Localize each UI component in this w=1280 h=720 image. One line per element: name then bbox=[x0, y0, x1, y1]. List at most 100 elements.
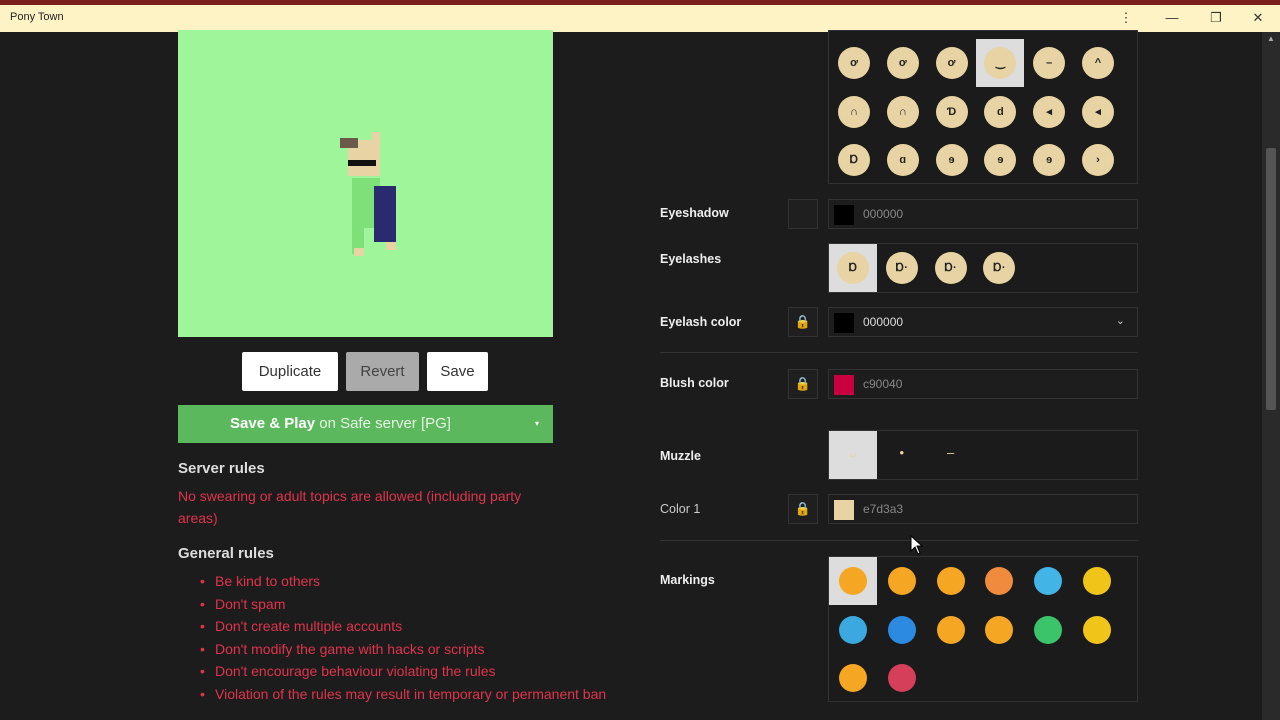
eye-option[interactable]: d bbox=[976, 88, 1024, 136]
save-and-play-button[interactable]: Save & Play on Safe server [PG] ▾ bbox=[178, 405, 553, 443]
eyelash-color-field[interactable]: 000000 ⌄ bbox=[828, 307, 1138, 337]
eyelash-option[interactable]: Ɒ· bbox=[927, 244, 975, 292]
marking-option[interactable] bbox=[829, 606, 877, 654]
eye-option[interactable]: ơ bbox=[928, 39, 976, 87]
color1-hex: e7d3a3 bbox=[863, 502, 904, 516]
close-icon[interactable]: ✕ bbox=[1238, 7, 1278, 29]
eye-shape-icon: d bbox=[984, 95, 1017, 128]
eye-option[interactable]: ^ bbox=[1074, 39, 1122, 87]
muzzle-option[interactable]: ᴗ bbox=[829, 431, 877, 479]
blush-color-field[interactable]: c90040 bbox=[828, 369, 1138, 399]
eye-option[interactable]: ɑ bbox=[879, 136, 927, 184]
lock-icon[interactable]: 🔒 bbox=[788, 307, 818, 337]
marking-swatch-icon bbox=[936, 567, 965, 595]
eye-option[interactable]: ɘ bbox=[976, 136, 1024, 184]
scrollbar-thumb[interactable] bbox=[1266, 148, 1276, 410]
marking-option[interactable] bbox=[829, 654, 877, 702]
marking-option[interactable] bbox=[1024, 606, 1072, 654]
marking-option[interactable] bbox=[1024, 557, 1072, 605]
eyeshadow-toggle[interactable] bbox=[788, 199, 818, 229]
eye-option[interactable]: ∩ bbox=[830, 88, 878, 136]
chevron-down-icon[interactable]: ⌄ bbox=[1116, 314, 1125, 327]
marking-option[interactable] bbox=[975, 606, 1023, 654]
mouse-cursor-icon bbox=[910, 535, 924, 555]
eyeshadow-label: Eyeshadow bbox=[660, 206, 729, 220]
list-item: Be kind to others bbox=[200, 570, 606, 593]
revert-button[interactable]: Revert bbox=[346, 352, 419, 391]
list-item: Don't modify the game with hacks or scri… bbox=[200, 638, 606, 661]
eye-option[interactable]: ◂ bbox=[1074, 88, 1122, 136]
eyelash-color-swatch bbox=[834, 313, 854, 333]
lock-icon[interactable]: 🔒 bbox=[788, 369, 818, 399]
eye-option[interactable]: ơ bbox=[879, 39, 927, 87]
muzzle-option[interactable]: • bbox=[878, 431, 926, 479]
eyelash-option[interactable]: Ɒ· bbox=[975, 244, 1023, 292]
eye-option[interactable]: Ɒ bbox=[830, 136, 878, 184]
eyeshadow-hex: 000000 bbox=[863, 207, 904, 221]
list-item: Violation of the rules may result in tem… bbox=[200, 683, 606, 706]
server-rules-heading: Server rules bbox=[178, 460, 265, 477]
marking-option[interactable] bbox=[927, 557, 975, 605]
eyelash-option[interactable]: Ɒ bbox=[829, 244, 877, 292]
eye-shape-icon: Ɒ bbox=[837, 252, 869, 284]
eye-option[interactable]: › bbox=[1074, 136, 1122, 184]
markings-grid bbox=[828, 556, 1138, 702]
server-dropdown-icon[interactable]: ▾ bbox=[535, 405, 539, 443]
eye-shape-icon: ∩ bbox=[838, 95, 870, 128]
eyelash-color-label: Eyelash color bbox=[660, 315, 742, 329]
eye-option[interactable]: ∩ bbox=[879, 88, 927, 136]
eye-option[interactable]: ‿ bbox=[976, 39, 1025, 87]
eyelash-color-hex: 000000 bbox=[863, 315, 904, 329]
marking-swatch-icon bbox=[839, 567, 867, 595]
marking-swatch-icon bbox=[985, 567, 1014, 595]
eye-shape-icon: Ɒ· bbox=[934, 252, 967, 284]
divider bbox=[660, 352, 1138, 353]
eyeshadow-color-field[interactable]: 000000 bbox=[828, 199, 1138, 229]
eye-shape-icon: Ɒ· bbox=[885, 252, 918, 284]
marking-swatch-icon bbox=[887, 615, 916, 644]
minimize-icon[interactable]: — bbox=[1152, 7, 1192, 29]
window-title: Pony Town bbox=[10, 11, 64, 23]
duplicate-button[interactable]: Duplicate bbox=[242, 352, 338, 391]
general-rules-list: Be kind to others Don't spam Don't creat… bbox=[200, 570, 606, 705]
eye-option[interactable]: Ɗ bbox=[928, 88, 976, 136]
list-item: Don't create multiple accounts bbox=[200, 615, 606, 638]
eye-shape-icon: ɑ bbox=[886, 144, 919, 176]
blush-color-label: Blush color bbox=[660, 376, 729, 390]
marking-option[interactable] bbox=[927, 606, 975, 654]
muzzle-option[interactable]: – bbox=[927, 431, 975, 479]
eye-shape-icon: Ɗ bbox=[935, 95, 968, 128]
marking-option[interactable] bbox=[975, 557, 1023, 605]
eye-shape-icon: ◂ bbox=[1082, 95, 1114, 128]
eye-option[interactable]: ơ bbox=[830, 39, 878, 87]
marking-swatch-icon bbox=[887, 567, 916, 595]
marking-swatch-icon bbox=[1083, 615, 1111, 644]
marking-option[interactable] bbox=[878, 654, 926, 702]
marking-swatch-icon bbox=[887, 664, 916, 692]
eye-shape-icon: – bbox=[1033, 47, 1066, 79]
eye-option[interactable]: ◂ bbox=[1025, 88, 1073, 136]
divider bbox=[660, 540, 1138, 541]
eye-option[interactable]: ɘ bbox=[1025, 136, 1073, 184]
marking-option[interactable] bbox=[1073, 606, 1121, 654]
lock-icon[interactable]: 🔒 bbox=[788, 494, 818, 524]
muzzle-shape-icon: – bbox=[946, 445, 955, 460]
blush-color-hex: c90040 bbox=[863, 377, 903, 391]
eye-option[interactable]: – bbox=[1025, 39, 1073, 87]
color1-field[interactable]: e7d3a3 bbox=[828, 494, 1138, 524]
marking-option[interactable] bbox=[829, 557, 877, 605]
eye-option[interactable]: ɘ bbox=[928, 136, 976, 184]
maximize-icon[interactable]: ❐ bbox=[1196, 7, 1236, 29]
marking-option[interactable] bbox=[1073, 557, 1121, 605]
eye-shape-icon: ɘ bbox=[984, 144, 1017, 176]
menu-icon[interactable]: ⋮ bbox=[1106, 7, 1146, 29]
eyelash-option[interactable]: Ɒ· bbox=[878, 244, 926, 292]
scroll-up-arrow-icon[interactable]: ▲ bbox=[1262, 32, 1280, 46]
eyes-grid: ơ ơ ơ ‿ – ^ ∩ ∩ Ɗd ◂ ◂ Ɒɑ ɘ ɘ ɘ › bbox=[828, 30, 1138, 184]
list-item: Don't spam bbox=[200, 593, 606, 616]
marking-option[interactable] bbox=[878, 606, 926, 654]
eye-shape-icon: › bbox=[1082, 144, 1114, 176]
marking-swatch-icon bbox=[1034, 615, 1063, 644]
save-button[interactable]: Save bbox=[427, 352, 488, 391]
marking-option[interactable] bbox=[878, 557, 926, 605]
